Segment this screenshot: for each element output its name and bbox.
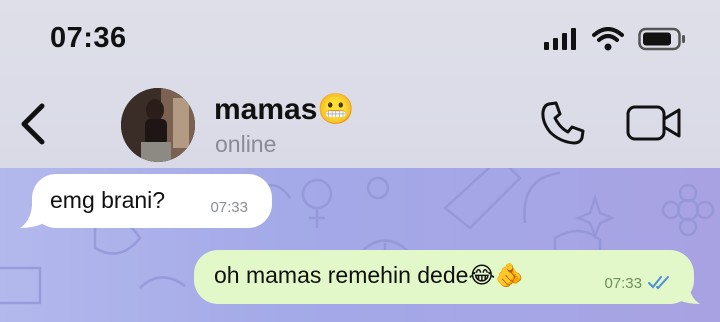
status-bar-icons [544,27,686,51]
signal-icon [544,28,576,50]
chat-header: 07:36 mamas😬 online [0,0,720,169]
read-receipt-icon [648,276,669,290]
back-icon[interactable] [16,100,56,148]
outgoing-message-bubble[interactable]: oh mamas remehin dede😂🫵 07:33 [194,250,694,304]
avatar[interactable] [121,88,195,162]
wifi-icon [592,27,624,51]
phone-icon[interactable] [540,100,586,146]
message-text: emg brani? [50,187,166,213]
incoming-message-bubble[interactable]: emg brani? 07:33 [32,174,272,228]
battery-icon [638,27,685,51]
status-bar-time: 07:36 [50,22,127,54]
message-time: 07:33 [604,275,642,292]
contact-status: online [215,131,277,157]
message-time: 07:33 [210,199,248,216]
video-camera-icon[interactable] [626,104,682,142]
contact-name[interactable]: mamas😬 [214,92,355,127]
message-text: oh mamas remehin dede😂🫵 [214,262,524,288]
